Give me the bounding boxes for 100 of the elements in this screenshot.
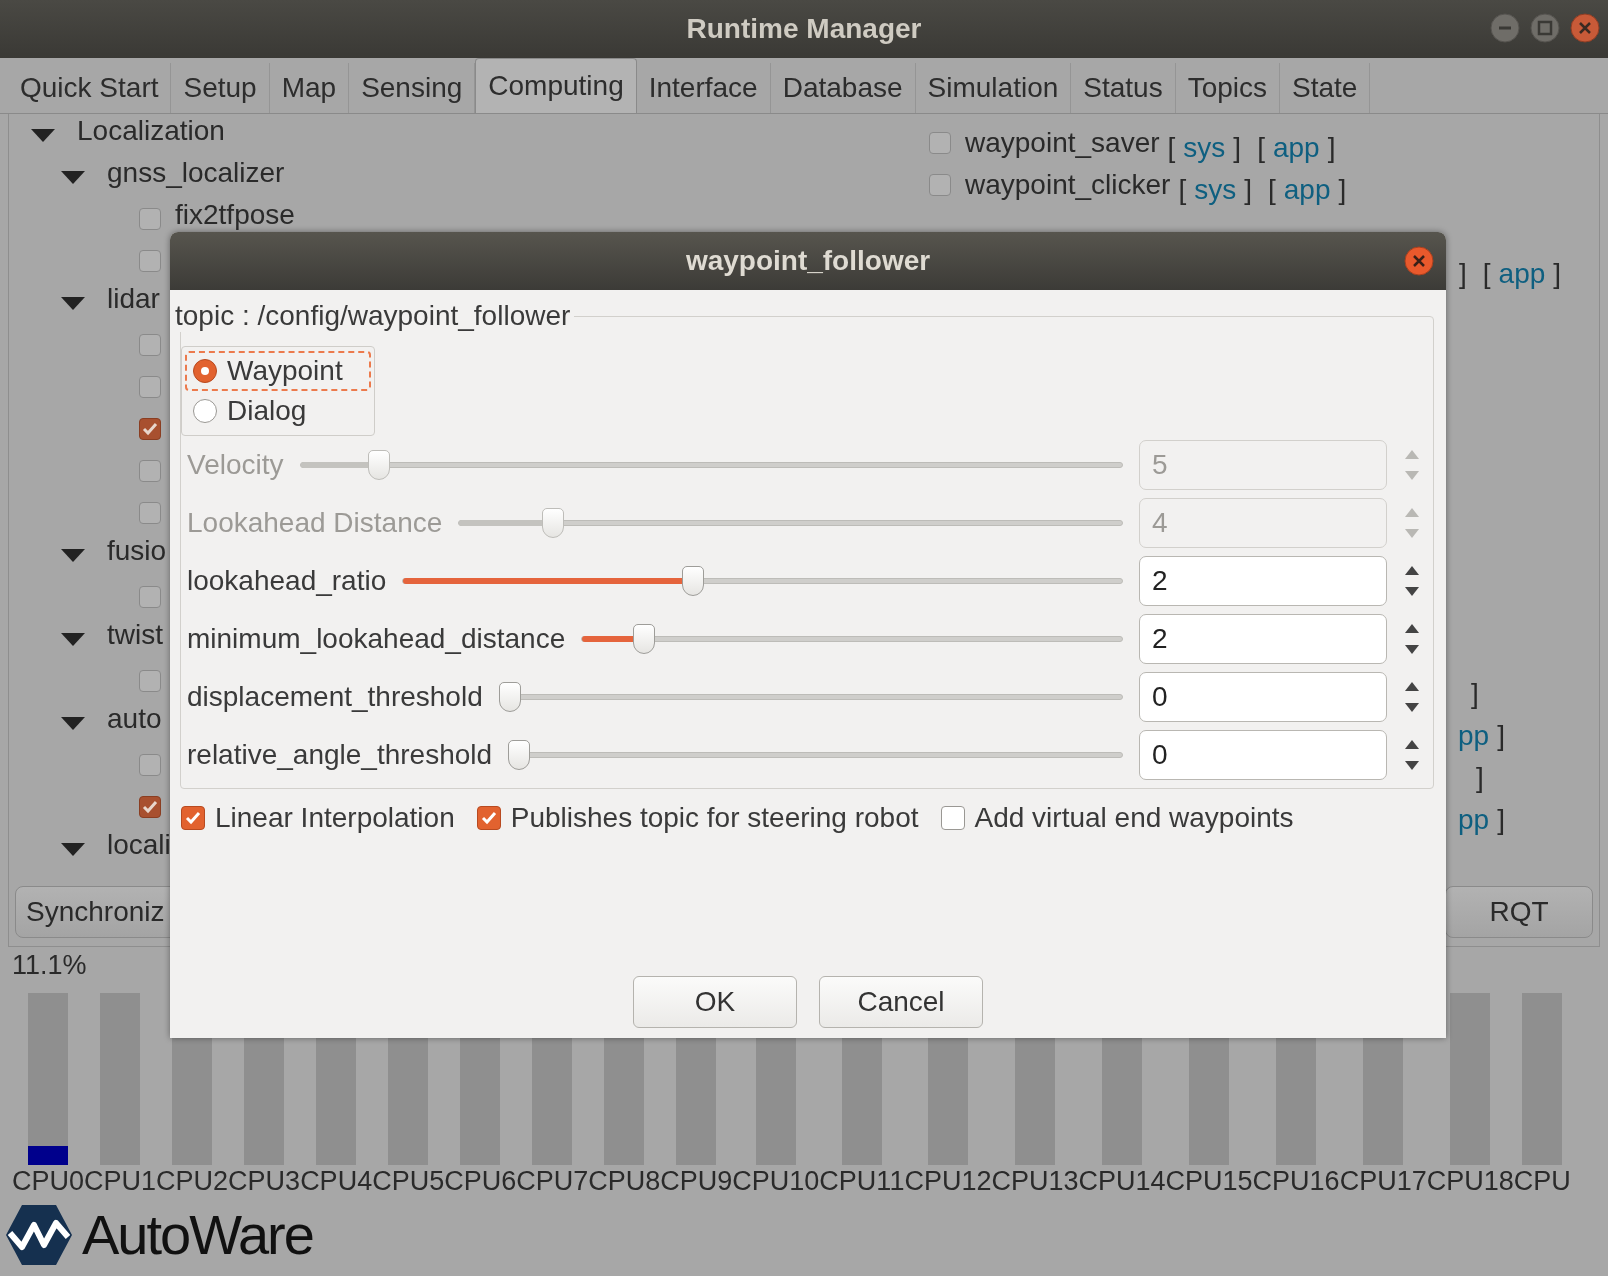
radio-option[interactable]: Waypoint <box>185 351 371 391</box>
tree-item[interactable]: twist <box>107 618 163 652</box>
checkbox[interactable] <box>940 806 965 830</box>
spin-field[interactable]: 2 <box>1139 614 1387 664</box>
rqt-button[interactable]: RQT <box>1445 886 1593 938</box>
checkmark-icon <box>142 800 158 814</box>
cpu-label: CPU18 <box>1426 1165 1514 1197</box>
slider-track[interactable] <box>402 578 1123 584</box>
cpu-label: CPU8 <box>588 1165 661 1197</box>
cpu-label: CPU0 <box>12 1165 85 1197</box>
spin-field[interactable]: 0 <box>1139 730 1387 780</box>
cpu-label: CPU16 <box>1252 1165 1340 1197</box>
checkbox[interactable] <box>139 208 161 230</box>
cpu-label: CPU5 <box>372 1165 445 1197</box>
tab[interactable]: Database <box>770 63 916 113</box>
checkbox[interactable] <box>139 754 161 776</box>
expander-icon[interactable] <box>31 128 55 142</box>
slider-thumb[interactable] <box>508 740 531 770</box>
tab[interactable]: Map <box>269 63 350 113</box>
tab[interactable]: Topics <box>1175 63 1281 113</box>
bracket: ] <box>1459 257 1467 290</box>
cpu-label: CPU13 <box>991 1165 1079 1197</box>
param-label: lookahead_ratio <box>187 565 387 597</box>
checkbox[interactable] <box>139 502 161 524</box>
checkbox[interactable] <box>139 796 161 818</box>
slider-thumb[interactable] <box>498 682 521 712</box>
tree-item[interactable]: locali <box>107 828 171 862</box>
checkbox[interactable] <box>476 806 501 830</box>
bracket: [ <box>1167 131 1176 164</box>
checkbox-label[interactable]: Add virtual end waypoints <box>974 802 1294 834</box>
expander-icon[interactable] <box>61 842 85 856</box>
cpu-usage: 11.1% <box>12 949 88 981</box>
bracket: ] <box>1476 761 1484 794</box>
tab[interactable]: Interface <box>636 63 771 113</box>
radio-button[interactable] <box>193 399 217 423</box>
bracket: [ <box>1257 131 1265 164</box>
node-label: waypoint_saver <box>965 127 1160 159</box>
tree-item[interactable]: Localization <box>77 114 225 148</box>
radio-option[interactable]: Dialog <box>185 391 371 431</box>
slider-thumb[interactable] <box>633 624 656 654</box>
tree-item[interactable]: fusio <box>107 534 167 568</box>
logo-icon <box>4 1203 74 1267</box>
logo-text: AutoWare <box>82 1205 313 1265</box>
spin-field[interactable]: 0 <box>1139 672 1387 722</box>
param-label: displacement_threshold <box>187 681 483 713</box>
bracket: ] <box>1233 131 1242 164</box>
param-label: Velocity <box>187 449 284 481</box>
expander-icon[interactable] <box>61 632 85 646</box>
checkbox[interactable] <box>139 376 161 398</box>
checkbox[interactable] <box>929 174 951 196</box>
radio-button[interactable] <box>193 359 217 383</box>
tab[interactable]: Status <box>1071 63 1176 113</box>
expander-icon[interactable] <box>61 296 85 310</box>
close-button[interactable] <box>1570 13 1600 43</box>
expander-icon[interactable] <box>61 170 85 184</box>
maximize-button[interactable] <box>1530 13 1560 43</box>
tab[interactable]: Simulation <box>915 63 1072 113</box>
dialog-button[interactable]: Cancel <box>819 976 983 1028</box>
cpu-label: CPU9 <box>660 1165 733 1197</box>
slider-track[interactable] <box>299 462 1123 468</box>
tab[interactable]: Computing <box>475 58 637 113</box>
checkbox[interactable] <box>181 806 205 830</box>
bracket: ] <box>1497 803 1505 836</box>
checkbox[interactable] <box>139 670 161 692</box>
checkbox-label[interactable]: Publishes topic for steering robot <box>510 802 919 834</box>
checkbox[interactable] <box>139 586 161 608</box>
bracket: ] <box>1338 173 1347 206</box>
checkbox[interactable] <box>139 418 161 440</box>
topic-label: topic : /config/waypoint_follower <box>175 300 572 332</box>
tree-item[interactable]: gnss_localizer <box>107 156 285 190</box>
slider-thumb[interactable] <box>681 566 704 596</box>
bracket: ] <box>1553 257 1562 290</box>
tab[interactable]: State <box>1280 63 1371 113</box>
dialog-button[interactable]: OK <box>633 976 797 1028</box>
tab[interactable]: Quick Start <box>8 63 172 113</box>
tab[interactable]: Setup <box>171 63 270 113</box>
checkbox-label[interactable]: Linear Interpolation <box>215 802 455 834</box>
spin-field[interactable]: 2 <box>1139 556 1387 606</box>
slider-track[interactable] <box>458 520 1123 526</box>
minimize-button[interactable] <box>1490 13 1520 43</box>
checkbox[interactable] <box>139 250 161 272</box>
tree-item[interactable]: lidar <box>107 282 160 316</box>
checkbox[interactable] <box>929 132 951 154</box>
close-button[interactable] <box>1404 246 1434 276</box>
param-label: Lookahead Distance <box>187 507 443 539</box>
expander-icon[interactable] <box>61 548 85 562</box>
bracket: ] <box>1327 131 1336 164</box>
cpu-label: CPU1 <box>84 1165 157 1197</box>
cpu-label: CPU17 <box>1339 1165 1427 1197</box>
bracket: ] <box>1471 677 1479 710</box>
checkbox[interactable] <box>139 460 161 482</box>
checkbox[interactable] <box>139 334 161 356</box>
cpu-label: CPU7 <box>516 1165 589 1197</box>
tree-item[interactable]: fix2tfpose <box>175 198 295 232</box>
bracket: [ <box>1268 173 1276 206</box>
tree-item[interactable]: auto <box>107 702 162 736</box>
checkmark-icon <box>142 422 158 436</box>
slider-track[interactable] <box>581 636 1123 642</box>
cpu-label: CPU3 <box>228 1165 301 1197</box>
expander-icon[interactable] <box>61 716 85 730</box>
